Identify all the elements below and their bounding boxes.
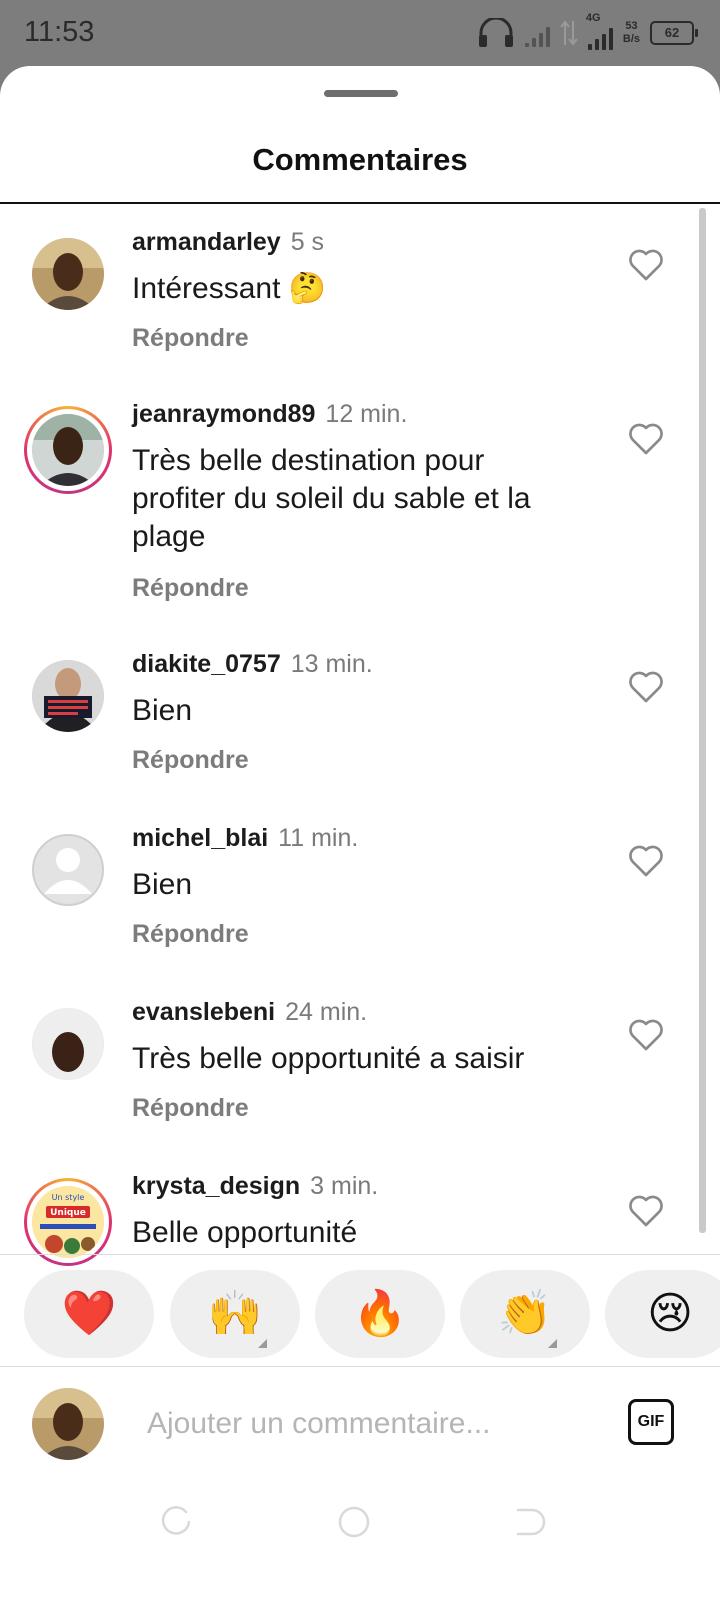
- comment-text: Très belle destination pour profiter du …: [132, 444, 531, 553]
- story-ring[interactable]: [24, 406, 112, 494]
- reaction-clapping[interactable]: 👏: [460, 1270, 590, 1358]
- navigation-bar: [0, 1480, 720, 1570]
- avatar-photo: [32, 1388, 104, 1460]
- reply-button[interactable]: Répondre: [132, 920, 249, 949]
- comment-item: jeanraymond89 12 min. Très belle destinat…: [0, 376, 720, 626]
- default-avatar[interactable]: [32, 834, 104, 906]
- avatar[interactable]: [32, 238, 104, 310]
- quick-reactions: ❤️ 🙌 🔥 👏 😢: [0, 1270, 720, 1358]
- skin-tone-indicator: [258, 1339, 267, 1348]
- comment-item: armandarley 5 s Intéressant 🤔 Répondre: [0, 204, 720, 404]
- avatar: Un style Unique: [32, 1186, 104, 1258]
- skin-tone-indicator: [548, 1339, 557, 1348]
- heart-outline-icon[interactable]: [626, 666, 666, 706]
- drag-handle[interactable]: [324, 90, 398, 97]
- comment-username[interactable]: armandarley 5 s: [132, 228, 324, 257]
- reply-button[interactable]: Répondre: [132, 324, 249, 353]
- story-ring[interactable]: Un style Unique: [24, 1178, 112, 1266]
- comment-username[interactable]: diakite_0757 13 min.: [132, 650, 373, 679]
- avatar-photo: [32, 414, 104, 486]
- comment-time: 12 min.: [325, 400, 408, 428]
- signal-4g-icon: 4G: [586, 12, 613, 50]
- comment-time: 3 min.: [310, 1172, 379, 1200]
- status-time: 11:53: [24, 16, 95, 48]
- avatar[interactable]: [32, 1008, 104, 1080]
- comment-username[interactable]: michel_blai 11 min.: [132, 824, 358, 853]
- status-icons: 4G 53 B/s 62: [477, 12, 698, 50]
- comment-input[interactable]: [145, 1398, 589, 1450]
- avatar: [32, 414, 104, 486]
- reaction-fire[interactable]: 🔥: [315, 1270, 445, 1358]
- avatar-photo: [32, 1008, 104, 1080]
- reaction-raised-hands[interactable]: 🙌: [170, 1270, 300, 1358]
- comment-item: evanslebeni 24 min. Très belle opportunit…: [0, 974, 720, 1174]
- reply-button[interactable]: Répondre: [132, 746, 249, 775]
- avatar-photo: [32, 660, 104, 732]
- comment-text: Très belle opportunité a saisir: [132, 1042, 525, 1075]
- composer-divider: [0, 1366, 720, 1367]
- heart-outline-icon[interactable]: [626, 840, 666, 880]
- reaction-crying[interactable]: 😢: [605, 1270, 720, 1358]
- avatar-photo: [32, 238, 104, 310]
- comment-text: Bien: [132, 694, 193, 727]
- comment-time: 5 s: [290, 228, 325, 256]
- default-avatar-icon: [44, 848, 92, 894]
- heart-outline-icon[interactable]: [626, 1014, 666, 1054]
- sheet-title: Commentaires: [252, 142, 468, 177]
- current-user-avatar: [32, 1388, 104, 1460]
- reply-button[interactable]: Répondre: [132, 1094, 249, 1123]
- reply-button[interactable]: Répondre: [132, 574, 249, 603]
- comment-text: Intéressant 🤔: [132, 272, 327, 305]
- avatar-logo-text: Un style: [52, 1193, 85, 1202]
- battery-icon: 62: [650, 21, 698, 45]
- reaction-heart[interactable]: ❤️: [24, 1270, 154, 1358]
- avatar[interactable]: [32, 660, 104, 732]
- comment-text: Bien: [132, 868, 193, 901]
- avatar-logo-label: Unique: [50, 1208, 86, 1218]
- comment-time: 11 min.: [278, 824, 359, 852]
- comment-time: 13 min.: [290, 650, 373, 678]
- heart-outline-icon[interactable]: [626, 418, 666, 458]
- comment-username[interactable]: jeanraymond89 12 min.: [132, 400, 407, 429]
- recent-apps-icon[interactable]: [158, 1504, 194, 1540]
- comment-item: diakite_0757 13 min. Bien Répondre: [0, 626, 720, 826]
- headphones-icon: [478, 18, 513, 47]
- comment-item: michel_blai 11 min. Bien Répondre: [0, 800, 720, 1000]
- comment-username[interactable]: evanslebeni 24 min.: [132, 998, 367, 1027]
- comments-list[interactable]: armandarley 5 s Intéressant 🤔 Répondre je…: [0, 204, 720, 1318]
- data-arrows-icon: [560, 20, 578, 46]
- heart-outline-icon[interactable]: [626, 1190, 666, 1230]
- comments-sheet: Commentaires armandarley 5 s Intéressant …: [0, 66, 720, 1600]
- reactions-divider: [0, 1254, 720, 1255]
- status-bar: 11:53 4G 53 B/s 62: [0, 0, 720, 66]
- comment-time: 24 min.: [285, 998, 368, 1026]
- signal-icon: [524, 19, 550, 47]
- comment-text: Belle opportunité: [132, 1216, 358, 1249]
- back-icon[interactable]: [510, 1504, 546, 1540]
- heart-outline-icon[interactable]: [626, 244, 666, 284]
- gif-button[interactable]: GIF: [628, 1399, 674, 1445]
- avatar-photo: Un style Unique: [32, 1186, 104, 1258]
- home-icon[interactable]: [336, 1504, 372, 1540]
- network-speed: 53 B/s: [622, 20, 640, 45]
- comment-username[interactable]: krysta_design 3 min.: [132, 1172, 378, 1201]
